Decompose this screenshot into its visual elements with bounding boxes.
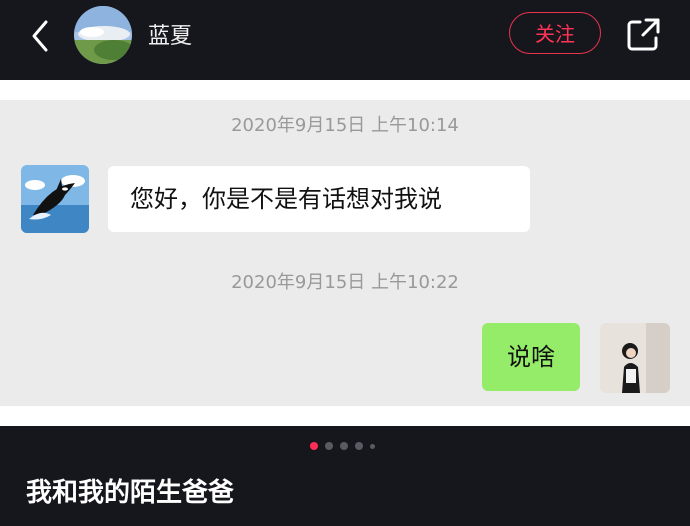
chevron-left-icon[interactable] — [26, 18, 56, 54]
caption-panel: 我和我的陌生爸爸 — [0, 426, 690, 526]
contact-avatar[interactable] — [74, 6, 132, 64]
carousel-dot[interactable] — [355, 442, 363, 450]
divider — [0, 80, 690, 100]
post-caption: 我和我的陌生爸爸 — [26, 478, 235, 508]
user-avatar[interactable] — [600, 323, 670, 393]
carousel-indicator[interactable] — [310, 442, 375, 450]
orca-avatar[interactable] — [21, 165, 89, 233]
received-message-bubble[interactable]: 您好，你是不是有话想对我说 — [108, 166, 530, 232]
carousel-dot[interactable] — [370, 443, 375, 449]
carousel-dot[interactable] — [325, 442, 333, 450]
chat-screenshot: 2020年9月15日 上午10:14 您好，你是不是有话想对我说 2020年9月… — [0, 100, 690, 406]
carousel-dot[interactable] — [340, 442, 348, 450]
sent-message-bubble[interactable]: 说啥 — [482, 323, 580, 391]
divider — [0, 406, 690, 426]
external-link-icon[interactable] — [624, 14, 664, 54]
follow-button[interactable]: 关注 — [509, 12, 601, 54]
carousel-dot[interactable] — [310, 442, 318, 450]
top-bar: 蓝夏 关注 — [0, 0, 690, 80]
message-timestamp: 2020年9月15日 上午10:14 — [231, 115, 459, 136]
message-timestamp: 2020年9月15日 上午10:22 — [231, 272, 459, 293]
contact-name: 蓝夏 — [148, 24, 193, 49]
